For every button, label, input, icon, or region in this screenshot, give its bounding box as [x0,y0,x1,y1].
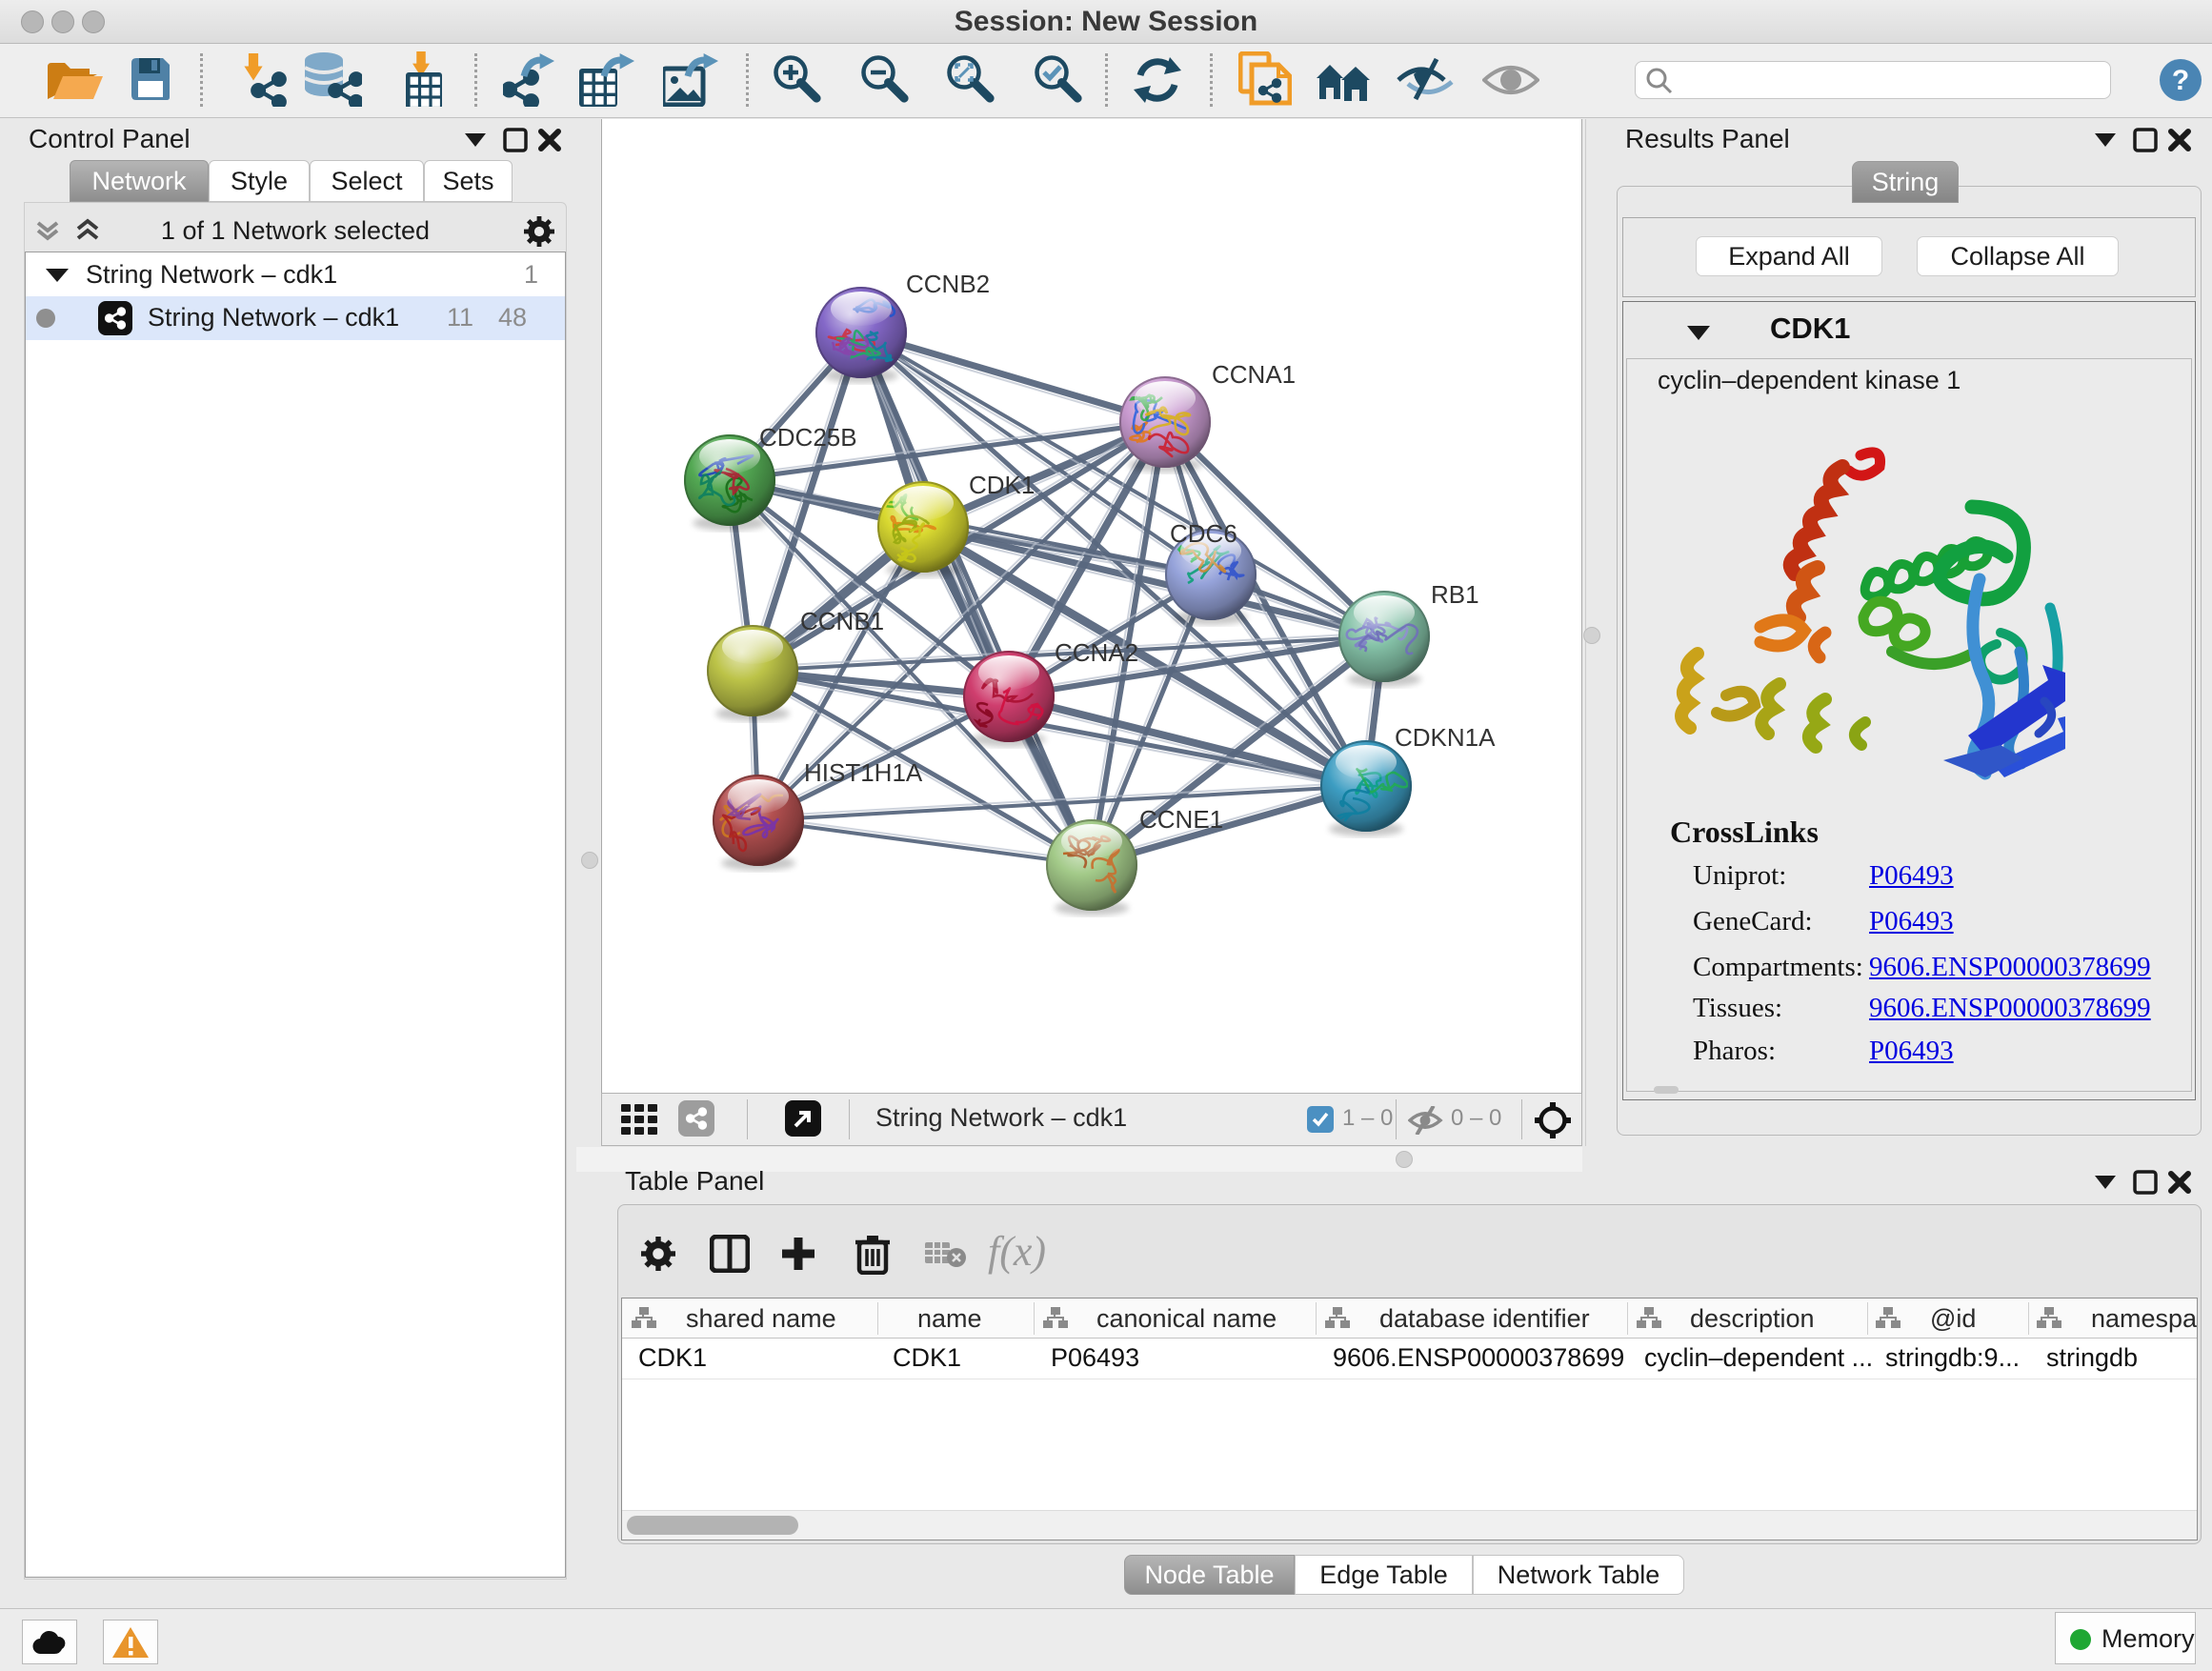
svg-text:CDC25B: CDC25B [759,423,857,452]
svg-text:CDK1: CDK1 [969,471,1035,499]
svg-text:CCNE1: CCNE1 [1139,805,1223,834]
svg-text:HIST1H1A: HIST1H1A [804,758,923,787]
svg-text:CCNA1: CCNA1 [1212,360,1296,389]
svg-text:?: ? [2172,65,2189,96]
svg-text:CDKN1A: CDKN1A [1395,723,1496,752]
svg-text:CCNA2: CCNA2 [1055,638,1138,667]
svg-text:CCNB1: CCNB1 [800,607,884,635]
svg-text:CDC6: CDC6 [1170,519,1237,548]
svg-text:CCNB2: CCNB2 [906,270,990,298]
svg-text:RB1: RB1 [1431,580,1479,609]
